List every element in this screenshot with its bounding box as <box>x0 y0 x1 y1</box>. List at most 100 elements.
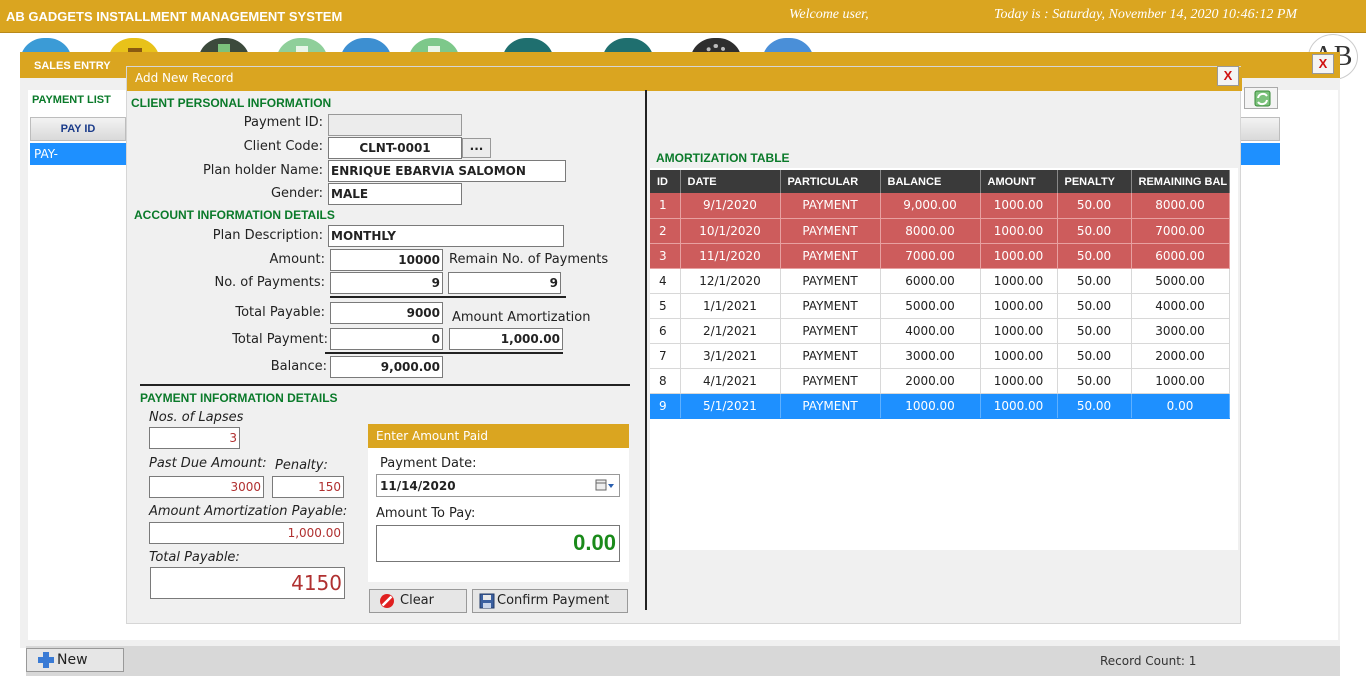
table-cell: PAYMENT <box>780 218 881 244</box>
no-payments-field[interactable]: 9 <box>330 272 443 294</box>
amortization-table-title: AMORTIZATION TABLE <box>656 151 790 165</box>
lapses-field[interactable]: 3 <box>149 427 240 449</box>
table-cell: 50.00 <box>1057 343 1132 369</box>
amount-field[interactable]: 10000 <box>330 249 443 271</box>
total-payment-field[interactable]: 0 <box>330 328 443 350</box>
pay-total-field[interactable]: 4150 <box>150 567 345 599</box>
table-row[interactable]: 1 9/1/2020 PAYMENT 9,000.00 1000.00 50.00 8000… <box>650 193 1230 219</box>
col-balance[interactable]: BALANCE <box>880 170 981 193</box>
table-cell: 50.00 <box>1057 393 1132 419</box>
balance-label: Balance: <box>270 359 327 374</box>
table-cell: 50.00 <box>1057 368 1132 394</box>
amort-payable-field[interactable]: 1,000.00 <box>149 522 344 544</box>
dialog-close-button[interactable]: X <box>1217 66 1239 86</box>
table-cell: 5000.00 <box>1131 268 1230 294</box>
table-cell: 50.00 <box>1057 268 1132 294</box>
plan-holder-field[interactable]: ENRIQUE EBARVIA SALOMON <box>328 160 566 182</box>
sales-close-button[interactable]: X <box>1312 54 1334 74</box>
table-cell: 1000.00 <box>980 218 1058 244</box>
client-code-field[interactable]: CLNT-0001 <box>328 137 462 159</box>
table-cell: 1 <box>650 193 681 219</box>
table-cell: 9 <box>650 393 681 419</box>
payment-id-field[interactable] <box>328 114 462 136</box>
divider <box>330 296 566 298</box>
divider <box>325 352 563 354</box>
col-remaining-bal[interactable]: REMAINING BAL <box>1131 170 1230 193</box>
payment-id-label: Payment ID: <box>243 115 323 130</box>
col-penalty[interactable]: PENALTY <box>1057 170 1132 193</box>
table-cell: 9,000.00 <box>880 193 981 219</box>
table-cell: 9/1/2020 <box>680 193 781 219</box>
new-button[interactable]: New <box>26 648 124 672</box>
browse-client-button[interactable]: ... <box>462 138 491 158</box>
gender-label: Gender: <box>270 186 323 201</box>
record-count: Record Count: 1 <box>1100 654 1197 668</box>
confirm-payment-button[interactable]: Confirm Payment <box>472 589 628 613</box>
clear-button[interactable]: Clear <box>369 589 467 613</box>
table-cell: PAYMENT <box>780 193 881 219</box>
plan-description-field[interactable]: MONTHLY <box>328 225 564 247</box>
payment-list-row-right[interactable] <box>1238 143 1280 165</box>
amortization-table: ID DATE PARTICULAR BALANCE AMOUNT PENALT… <box>650 170 1230 419</box>
balance-field[interactable]: 9,000.00 <box>330 356 443 378</box>
table-cell: 5 <box>650 293 681 319</box>
table-cell: 3000.00 <box>1131 318 1230 344</box>
table-cell: 50.00 <box>1057 193 1132 219</box>
table-cell: 2 <box>650 218 681 244</box>
amortization-header-row: ID DATE PARTICULAR BALANCE AMOUNT PENALT… <box>650 170 1230 193</box>
column-header-right[interactable] <box>1238 117 1280 141</box>
col-amount[interactable]: AMOUNT <box>980 170 1058 193</box>
col-id[interactable]: ID <box>650 170 681 193</box>
penalty-field[interactable]: 150 <box>272 476 344 498</box>
table-row[interactable]: 9 5/1/2021 PAYMENT 1000.00 1000.00 50.00 0.00 <box>650 393 1230 419</box>
pay-id-column-header[interactable]: PAY ID <box>30 117 126 141</box>
past-due-label: Past Due Amount: <box>149 456 267 471</box>
remain-payments-field[interactable]: 9 <box>448 272 561 294</box>
table-cell: 7000.00 <box>880 243 981 269</box>
amortization-table-body: 1 9/1/2020 PAYMENT 9,000.00 1000.00 50.00 8000… <box>650 193 1230 419</box>
gender-field[interactable]: MALE <box>328 183 462 205</box>
payment-list-row[interactable]: PAY-000000002 <box>30 143 126 183</box>
pay-total-label: Total Payable: <box>149 550 240 565</box>
calendar-dropdown-icon[interactable] <box>595 479 615 492</box>
payment-date-value: 11/14/2020 <box>380 479 456 493</box>
table-row[interactable]: 8 4/1/2021 PAYMENT 2000.00 1000.00 50.00 1000.… <box>650 368 1230 394</box>
table-row[interactable]: 6 2/1/2021 PAYMENT 4000.00 1000.00 50.00 3000.… <box>650 318 1230 344</box>
refresh-button[interactable] <box>1244 87 1278 109</box>
table-cell: 50.00 <box>1057 243 1132 269</box>
table-cell: 12/1/2020 <box>680 268 781 294</box>
table-cell: 7 <box>650 343 681 369</box>
total-payable-field[interactable]: 9000 <box>330 302 443 324</box>
past-due-field[interactable]: 3000 <box>149 476 264 498</box>
title-bar: AB GADGETS INSTALLMENT MANAGEMENT SYSTEM… <box>0 0 1366 33</box>
col-particular[interactable]: PARTICULAR <box>780 170 881 193</box>
table-row[interactable]: 4 12/1/2020 PAYMENT 6000.00 1000.00 50.00 5000… <box>650 268 1230 294</box>
table-cell: PAYMENT <box>780 293 881 319</box>
table-cell: 0.00 <box>1131 393 1230 419</box>
col-date[interactable]: DATE <box>680 170 781 193</box>
table-cell: 3 <box>650 243 681 269</box>
table-row[interactable]: 5 1/1/2021 PAYMENT 5000.00 1000.00 50.00 4000.… <box>650 293 1230 319</box>
plus-icon <box>38 652 54 668</box>
table-cell: PAYMENT <box>780 393 881 419</box>
table-cell: 4 <box>650 268 681 294</box>
table-cell: 1000.00 <box>980 243 1058 269</box>
table-cell: 1000.00 <box>980 293 1058 319</box>
table-row[interactable]: 2 10/1/2020 PAYMENT 8000.00 1000.00 50.00 7000… <box>650 218 1230 244</box>
table-cell: PAYMENT <box>780 368 881 394</box>
section-divider <box>140 384 630 386</box>
table-cell: PAYMENT <box>780 318 881 344</box>
amortization-field[interactable]: 1,000.00 <box>449 328 563 350</box>
client-section-title: CLIENT PERSONAL INFORMATION <box>131 96 332 110</box>
table-cell: 1000.00 <box>980 193 1058 219</box>
account-section-title: ACCOUNT INFORMATION DETAILS <box>134 208 335 222</box>
table-row[interactable]: 7 3/1/2021 PAYMENT 3000.00 1000.00 50.00 2000.… <box>650 343 1230 369</box>
payment-date-picker[interactable]: 11/14/2020 <box>376 474 620 497</box>
amount-to-pay-input[interactable]: 0.00 <box>376 525 620 562</box>
welcome-text: Welcome user, <box>789 7 869 22</box>
table-cell: 2000.00 <box>880 368 981 394</box>
table-cell: 1/1/2021 <box>680 293 781 319</box>
table-row[interactable]: 3 11/1/2020 PAYMENT 7000.00 1000.00 50.00 6000… <box>650 243 1230 269</box>
table-cell: 1000.00 <box>980 368 1058 394</box>
vertical-divider <box>645 90 647 610</box>
